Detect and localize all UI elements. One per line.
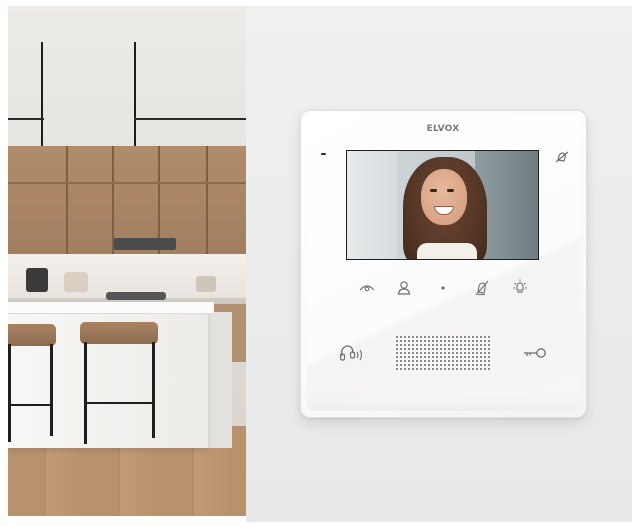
kitchen-ceiling (8, 6, 246, 146)
eye-icon[interactable] (359, 283, 375, 293)
pendant-bar (134, 118, 246, 120)
bell-mute-icon[interactable] (555, 151, 569, 163)
range-hood (114, 238, 176, 250)
brand-logo: ELVOX (426, 124, 460, 134)
key-icon[interactable] (522, 347, 548, 359)
person-top (417, 243, 477, 259)
pendant-bar (8, 118, 44, 120)
island-countertop (8, 302, 214, 314)
bar-stool (8, 324, 56, 346)
cooktop (106, 292, 166, 300)
user-icon[interactable] (397, 280, 411, 295)
status-led (321, 153, 326, 155)
pendant-rod (134, 42, 136, 160)
device-bottom-edge (307, 396, 580, 411)
person-face (421, 169, 467, 225)
dot-icon (441, 286, 445, 290)
pendant-rod (41, 42, 43, 160)
kitchen-photo (8, 6, 246, 516)
video-screen (346, 150, 539, 260)
handset-icon[interactable] (339, 344, 365, 362)
decor-vase (196, 276, 216, 292)
mute-icon[interactable] (474, 280, 490, 296)
kettle (26, 268, 48, 292)
light-icon[interactable] (511, 279, 529, 297)
speaker-grille (394, 334, 492, 372)
bar-stool (80, 322, 158, 344)
utensil-holder (64, 272, 88, 292)
island-side (204, 312, 232, 448)
